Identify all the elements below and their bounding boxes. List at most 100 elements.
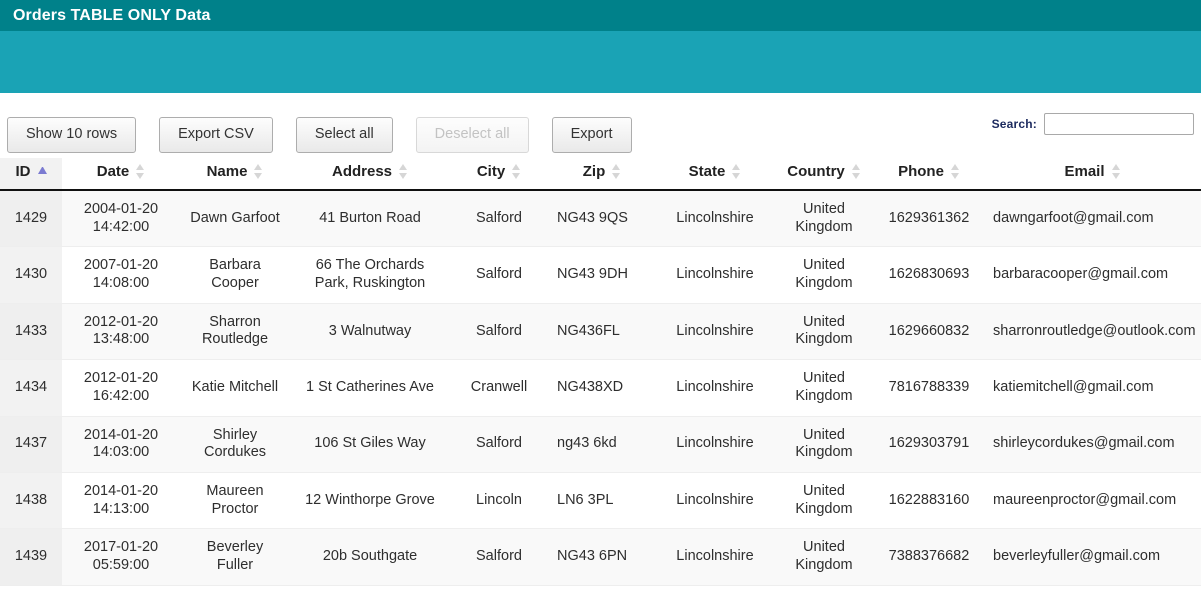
sort-both-icon	[254, 164, 263, 179]
show-rows-button[interactable]: Show 10 rows	[7, 117, 137, 153]
cell-city: Salford	[450, 246, 548, 304]
table-row[interactable]: 1429 2004-01-20 14:42:00 Dawn Garfoot 41 Bu…	[0, 190, 1201, 248]
cell-date: 2014-01-20 14:03:00	[62, 416, 180, 473]
cell-zip: NG43 9DH	[548, 246, 656, 304]
column-header-country[interactable]: Country	[774, 158, 874, 191]
deselect-all-button: Deselect all	[415, 117, 529, 153]
sort-both-icon	[399, 164, 408, 179]
cell-zip: NG43 6PN	[548, 528, 656, 586]
cell-zip: ng43 6kd	[548, 416, 656, 473]
cell-country: United Kingdom	[774, 528, 874, 586]
cell-name: Katie Mitchell	[180, 359, 290, 417]
cell-email: beverleyfuller@gmail.com	[984, 528, 1201, 586]
column-header-label: Country	[787, 163, 845, 180]
column-header-inner: Country	[783, 163, 865, 180]
cell-address: 3 Walnutway	[290, 303, 450, 361]
cell-email: barbaracooper@gmail.com	[984, 246, 1201, 304]
cell-email: sharronroutledge@outlook.com	[984, 303, 1201, 361]
search-area: Search:	[992, 113, 1194, 135]
table-row[interactable]: 1439 2017-01-20 05:59:00 Beverley Fuller 20…	[0, 528, 1201, 586]
column-header-inner: ID	[9, 163, 53, 180]
cell-city: Salford	[450, 190, 548, 248]
column-header-label: State	[688, 163, 726, 180]
search-label: Search:	[991, 117, 1037, 131]
table-head: ID Date Name Address City Zip State Country Phon…	[0, 158, 1201, 191]
cell-date: 2007-01-20 14:08:00	[62, 246, 180, 304]
cell-address: 66 The Orchards Park, Ruskington	[290, 246, 450, 304]
cell-phone: 1629660832	[874, 303, 984, 361]
cell-country: United Kingdom	[774, 359, 874, 417]
search-input[interactable]	[1044, 113, 1194, 135]
cell-state: Lincolnshire	[656, 190, 774, 248]
export-csv-button[interactable]: Export CSV	[159, 117, 273, 153]
cell-zip: NG43 9QS	[548, 190, 656, 248]
select-all-button[interactable]: Select all	[295, 117, 393, 153]
orders-table-wrapper: ID Date Name Address City Zip State Country Phon…	[0, 158, 1201, 586]
column-header-email[interactable]: Email	[984, 158, 1201, 191]
column-header-label: Email	[1064, 163, 1105, 180]
column-header-phone[interactable]: Phone	[874, 158, 984, 191]
cell-email: maureenproctor@gmail.com	[984, 472, 1201, 530]
cell-phone: 1626830693	[874, 246, 984, 304]
cell-name: Beverley Fuller	[180, 528, 290, 586]
table-body: 1429 2004-01-20 14:42:00 Dawn Garfoot 41 Bu…	[0, 190, 1201, 586]
page-banner: Orders TABLE ONLY Data	[0, 0, 1201, 93]
cell-state: Lincolnshire	[656, 246, 774, 304]
cell-address: 20b Southgate	[290, 528, 450, 586]
cell-state: Lincolnshire	[656, 472, 774, 530]
column-header-inner: Address	[299, 163, 441, 180]
banner-title-bar: Orders TABLE ONLY Data	[0, 0, 1201, 31]
column-header-label: ID	[15, 163, 31, 180]
cell-address: 41 Burton Road	[290, 190, 450, 248]
column-header-label: Zip	[582, 163, 606, 180]
column-header-state[interactable]: State	[656, 158, 774, 191]
table-toolbar: Show 10 rows Export CSV Select all Deselect…	[0, 93, 1201, 158]
cell-city: Salford	[450, 416, 548, 473]
cell-email: shirleycordukes@gmail.com	[984, 416, 1201, 473]
column-header-id[interactable]: ID	[0, 158, 62, 191]
banner-body	[0, 31, 1201, 93]
table-row[interactable]: 1438 2014-01-20 14:13:00 Maureen Proctor 12…	[0, 472, 1201, 530]
cell-state: Lincolnshire	[656, 303, 774, 361]
table-row[interactable]: 1437 2014-01-20 14:03:00 Shirley Cordukes 1…	[0, 416, 1201, 473]
table-header-row: ID Date Name Address City Zip State Country Phon…	[0, 158, 1201, 191]
cell-zip: NG438XD	[548, 359, 656, 417]
column-header-label: City	[476, 163, 506, 180]
cell-id: 1437	[0, 416, 62, 473]
cell-name: Dawn Garfoot	[180, 190, 290, 248]
sort-both-icon	[950, 164, 960, 179]
cell-phone: 7816788339	[874, 359, 984, 417]
column-header-label: Phone	[898, 163, 944, 180]
orders-table: ID Date Name Address City Zip State Country Phon…	[0, 158, 1201, 586]
table-row[interactable]: 1430 2007-01-20 14:08:00 Barbara Cooper 66 …	[0, 246, 1201, 304]
cell-email: dawngarfoot@gmail.com	[984, 190, 1201, 248]
column-header-date[interactable]: Date	[62, 158, 180, 191]
cell-date: 2017-01-20 05:59:00	[62, 528, 180, 586]
column-header-zip[interactable]: Zip	[548, 158, 656, 191]
table-row[interactable]: 1434 2012-01-20 16:42:00 Katie Mitchell 1 S…	[0, 359, 1201, 417]
cell-date: 2012-01-20 16:42:00	[62, 359, 180, 417]
column-header-label: Address	[331, 163, 393, 180]
column-header-address[interactable]: Address	[290, 158, 450, 191]
column-header-name[interactable]: Name	[180, 158, 290, 191]
cell-date: 2012-01-20 13:48:00	[62, 303, 180, 361]
cell-country: United Kingdom	[774, 303, 874, 361]
sort-both-icon	[512, 164, 521, 179]
export-button[interactable]: Export	[551, 117, 632, 153]
cell-state: Lincolnshire	[656, 528, 774, 586]
cell-zip: NG436FL	[548, 303, 656, 361]
column-header-city[interactable]: City	[450, 158, 548, 191]
table-row[interactable]: 1433 2012-01-20 13:48:00 Sharron Routledge…	[0, 303, 1201, 361]
column-header-label: Date	[96, 163, 130, 180]
column-header-inner: City	[459, 163, 539, 180]
page-title: Orders TABLE ONLY Data	[13, 6, 211, 24]
cell-country: United Kingdom	[774, 190, 874, 248]
cell-date: 2004-01-20 14:42:00	[62, 190, 180, 248]
sort-both-icon	[612, 164, 621, 179]
cell-phone: 7388376682	[874, 528, 984, 586]
cell-address: 1 St Catherines Ave	[290, 359, 450, 417]
sort-both-icon	[1111, 164, 1121, 179]
cell-country: United Kingdom	[774, 472, 874, 530]
cell-name: Shirley Cordukes	[180, 416, 290, 473]
cell-address: 106 St Giles Way	[290, 416, 450, 473]
